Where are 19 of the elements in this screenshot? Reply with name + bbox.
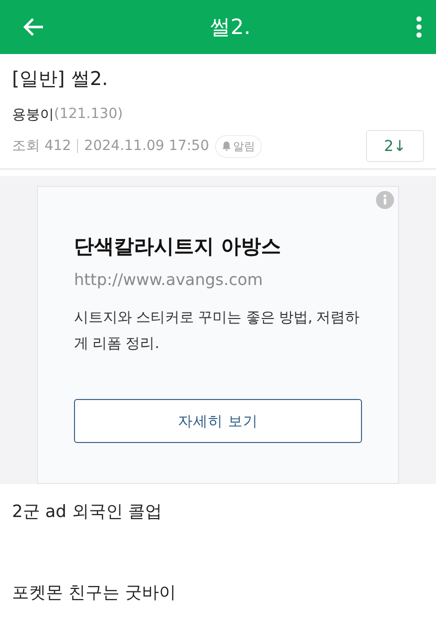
page-title: 썰2. bbox=[209, 14, 251, 41]
view-count: 조회 412 bbox=[12, 137, 72, 155]
body-text: 포켓몬 친구는 굿바이 bbox=[12, 582, 177, 604]
post-date: 2024.11.09 17:50 bbox=[84, 138, 210, 154]
alert-button[interactable]: 알림 bbox=[215, 134, 262, 158]
post-title: 썰2. bbox=[70, 67, 108, 92]
bell-icon bbox=[222, 141, 232, 151]
comment-count-button[interactable]: 2↓ bbox=[366, 130, 424, 162]
body-text: 2군 ad 외국인 콜업 bbox=[12, 501, 164, 523]
author-ip: (121.130) bbox=[54, 106, 123, 124]
info-icon[interactable] bbox=[376, 191, 394, 209]
ad-description: 시트지와 스티커로 꾸미는 좋은 방법, 저렴하게 리폼 정리. bbox=[74, 309, 361, 354]
ad-headline: 단색칼라시트지 아방스 bbox=[74, 233, 282, 260]
details-button[interactable]: 자세히 보기 bbox=[74, 399, 362, 443]
post-category: [일반] bbox=[12, 67, 65, 92]
more-menu-button[interactable] bbox=[416, 16, 422, 38]
ad-url: http://www.avangs.com bbox=[74, 270, 264, 289]
author-name: 용붕이 bbox=[12, 106, 54, 124]
back-button[interactable] bbox=[22, 17, 44, 37]
